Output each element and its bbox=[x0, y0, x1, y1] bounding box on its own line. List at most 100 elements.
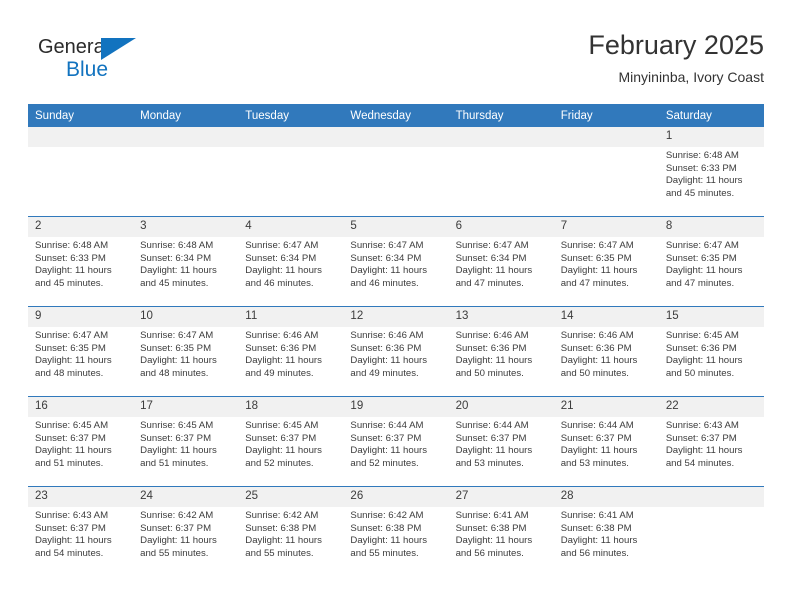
daylight-text: Daylight: 11 hours and 51 minutes. bbox=[140, 445, 217, 469]
daylight-text: Daylight: 11 hours and 45 minutes. bbox=[35, 265, 112, 289]
sunrise-text: Sunrise: 6:42 AM bbox=[140, 510, 214, 521]
sunrise-text: Sunrise: 6:41 AM bbox=[560, 510, 634, 521]
day-details: Sunrise: 6:44 AM Sunset: 6:37 PM Daylight:… bbox=[554, 417, 659, 470]
calendar-day-cell[interactable]: 26 Sunrise: 6:42 AM Sunset: 6:38 PM Dayligh… bbox=[343, 486, 449, 576]
sunrise-text: Sunrise: 6:48 AM bbox=[35, 240, 109, 251]
calendar-day-cell[interactable]: 23 Sunrise: 6:43 AM Sunset: 6:37 PM Dayligh… bbox=[28, 486, 134, 576]
calendar-week-row: 16 Sunrise: 6:45 AM Sunset: 6:37 PM Dayligh… bbox=[28, 396, 764, 487]
calendar-day-cell[interactable]: 21 Sunrise: 6:44 AM Sunset: 6:37 PM Dayligh… bbox=[553, 396, 659, 487]
sunset-text: Sunset: 6:36 PM bbox=[245, 342, 317, 354]
day-details: Sunrise: 6:45 AM Sunset: 6:37 PM Daylight:… bbox=[133, 417, 238, 470]
weekday-header-thursday: Thursday bbox=[448, 104, 554, 127]
day-details: Sunrise: 6:47 AM Sunset: 6:35 PM Daylight:… bbox=[28, 327, 133, 380]
calendar-day-cell[interactable]: 4 Sunrise: 6:47 AM Sunset: 6:34 PM Daylight… bbox=[238, 216, 344, 307]
day-number: 1 bbox=[658, 127, 764, 147]
sunrise-text: Sunrise: 6:41 AM bbox=[455, 510, 529, 521]
logo-text-blue: Blue bbox=[66, 58, 109, 81]
calendar-day-cell[interactable]: 14 Sunrise: 6:46 AM Sunset: 6:36 PM Dayligh… bbox=[553, 306, 659, 397]
day-number: 2 bbox=[28, 217, 134, 237]
daylight-text: Daylight: 11 hours and 55 minutes. bbox=[350, 535, 428, 559]
day-details: Sunrise: 6:41 AM Sunset: 6:38 PM Daylight:… bbox=[554, 507, 659, 560]
calendar-week-row: 1 Sunrise: 6:48 AM Sunset: 6:33 PM Daylight… bbox=[28, 127, 764, 217]
sunset-text: Sunset: 6:33 PM bbox=[35, 252, 106, 264]
daylight-text: Daylight: 11 hours and 46 minutes. bbox=[245, 265, 322, 289]
daylight-text: Daylight: 11 hours and 47 minutes. bbox=[665, 265, 743, 289]
day-number: 19 bbox=[343, 397, 449, 417]
calendar-day-cell[interactable]: 12 Sunrise: 6:46 AM Sunset: 6:36 PM Dayligh… bbox=[343, 306, 449, 397]
sunset-text: Sunset: 6:36 PM bbox=[560, 342, 632, 354]
calendar-day-cell[interactable]: 20 Sunrise: 6:44 AM Sunset: 6:37 PM Dayligh… bbox=[448, 396, 554, 487]
calendar-day-cell[interactable]: 18 Sunrise: 6:45 AM Sunset: 6:37 PM Dayligh… bbox=[238, 396, 344, 487]
calendar-day-cell[interactable]: 7 Sunrise: 6:47 AM Sunset: 6:35 PM Daylight… bbox=[553, 216, 659, 307]
sunset-text: Sunset: 6:37 PM bbox=[665, 432, 737, 444]
sunrise-text: Sunrise: 6:48 AM bbox=[665, 150, 739, 161]
sunset-text: Sunset: 6:35 PM bbox=[35, 342, 106, 354]
calendar-day-cell[interactable]: 2 Sunrise: 6:48 AM Sunset: 6:33 PM Daylight… bbox=[28, 216, 134, 307]
sunrise-text: Sunrise: 6:47 AM bbox=[245, 240, 319, 251]
day-number bbox=[553, 127, 659, 147]
day-details: Sunrise: 6:46 AM Sunset: 6:36 PM Daylight:… bbox=[343, 327, 448, 380]
sunset-text: Sunset: 6:35 PM bbox=[140, 342, 212, 354]
day-number bbox=[343, 127, 449, 147]
calendar-day-cell[interactable]: 22 Sunrise: 6:43 AM Sunset: 6:37 PM Dayligh… bbox=[658, 396, 764, 487]
calendar-day-cell[interactable]: 25 Sunrise: 6:42 AM Sunset: 6:38 PM Dayligh… bbox=[238, 486, 344, 576]
day-number: 20 bbox=[448, 397, 554, 417]
calendar-day-cell[interactable]: 27 Sunrise: 6:41 AM Sunset: 6:38 PM Dayligh… bbox=[448, 486, 554, 576]
day-number bbox=[28, 127, 134, 147]
sunset-text: Sunset: 6:37 PM bbox=[455, 432, 527, 444]
sunset-text: Sunset: 6:37 PM bbox=[35, 522, 106, 534]
calendar-cell-empty bbox=[28, 127, 134, 217]
sunset-text: Sunset: 6:34 PM bbox=[350, 252, 422, 264]
sunrise-text: Sunrise: 6:45 AM bbox=[140, 420, 214, 431]
daylight-text: Daylight: 11 hours and 56 minutes. bbox=[560, 535, 638, 559]
sunrise-text: Sunrise: 6:44 AM bbox=[560, 420, 634, 431]
calendar-day-cell[interactable]: 8 Sunrise: 6:47 AM Sunset: 6:35 PM Daylight… bbox=[658, 216, 764, 307]
daylight-text: Daylight: 11 hours and 49 minutes. bbox=[245, 355, 322, 379]
day-number: 15 bbox=[658, 307, 764, 327]
calendar-day-cell[interactable]: 19 Sunrise: 6:44 AM Sunset: 6:37 PM Dayligh… bbox=[343, 396, 449, 487]
sunset-text: Sunset: 6:38 PM bbox=[560, 522, 632, 534]
calendar-week-row: 9 Sunrise: 6:47 AM Sunset: 6:35 PM Daylight… bbox=[28, 306, 764, 397]
daylight-text: Daylight: 11 hours and 55 minutes. bbox=[140, 535, 217, 559]
daylight-text: Daylight: 11 hours and 51 minutes. bbox=[35, 445, 112, 469]
calendar-day-cell[interactable]: 16 Sunrise: 6:45 AM Sunset: 6:37 PM Dayligh… bbox=[28, 396, 134, 487]
day-number: 24 bbox=[133, 487, 239, 507]
sunrise-text: Sunrise: 6:42 AM bbox=[350, 510, 424, 521]
daylight-text: Daylight: 11 hours and 45 minutes. bbox=[140, 265, 217, 289]
day-details: Sunrise: 6:44 AM Sunset: 6:37 PM Daylight:… bbox=[343, 417, 448, 470]
calendar-day-cell[interactable]: 13 Sunrise: 6:46 AM Sunset: 6:36 PM Dayligh… bbox=[448, 306, 554, 397]
calendar-cell-empty bbox=[343, 127, 449, 217]
sunset-text: Sunset: 6:38 PM bbox=[455, 522, 527, 534]
calendar-day-cell[interactable]: 28 Sunrise: 6:41 AM Sunset: 6:38 PM Dayligh… bbox=[553, 486, 659, 576]
title-block: February 2025 Minyininba, Ivory Coast bbox=[588, 28, 764, 88]
calendar-day-cell[interactable]: 9 Sunrise: 6:47 AM Sunset: 6:35 PM Daylight… bbox=[28, 306, 134, 397]
day-details: Sunrise: 6:47 AM Sunset: 6:34 PM Daylight:… bbox=[343, 237, 448, 290]
calendar-day-cell[interactable]: 11 Sunrise: 6:46 AM Sunset: 6:36 PM Dayligh… bbox=[238, 306, 344, 397]
day-number: 13 bbox=[448, 307, 554, 327]
calendar-day-cell[interactable]: 6 Sunrise: 6:47 AM Sunset: 6:34 PM Daylight… bbox=[448, 216, 554, 307]
calendar-day-cell[interactable]: 15 Sunrise: 6:45 AM Sunset: 6:36 PM Dayligh… bbox=[658, 306, 764, 397]
day-details: Sunrise: 6:43 AM Sunset: 6:37 PM Daylight:… bbox=[28, 507, 133, 560]
logo-text-general: General bbox=[38, 36, 110, 58]
daylight-text: Daylight: 11 hours and 52 minutes. bbox=[245, 445, 322, 469]
daylight-text: Daylight: 11 hours and 54 minutes. bbox=[665, 445, 743, 469]
calendar-day-cell[interactable]: 24 Sunrise: 6:42 AM Sunset: 6:37 PM Dayligh… bbox=[133, 486, 239, 576]
sunset-text: Sunset: 6:34 PM bbox=[245, 252, 317, 264]
sunset-text: Sunset: 6:37 PM bbox=[350, 432, 422, 444]
calendar-day-cell[interactable]: 1 Sunrise: 6:48 AM Sunset: 6:33 PM Daylight… bbox=[658, 127, 764, 217]
calendar-day-cell[interactable]: 3 Sunrise: 6:48 AM Sunset: 6:34 PM Daylight… bbox=[133, 216, 239, 307]
sunrise-text: Sunrise: 6:44 AM bbox=[455, 420, 529, 431]
calendar-day-cell[interactable]: 5 Sunrise: 6:47 AM Sunset: 6:34 PM Daylight… bbox=[343, 216, 449, 307]
daylight-text: Daylight: 11 hours and 56 minutes. bbox=[455, 535, 533, 559]
sunrise-text: Sunrise: 6:46 AM bbox=[455, 330, 529, 341]
day-details: Sunrise: 6:42 AM Sunset: 6:38 PM Daylight:… bbox=[343, 507, 448, 560]
day-details: Sunrise: 6:47 AM Sunset: 6:35 PM Daylight:… bbox=[554, 237, 659, 290]
calendar-day-cell[interactable]: 10 Sunrise: 6:47 AM Sunset: 6:35 PM Dayligh… bbox=[133, 306, 239, 397]
day-number: 21 bbox=[553, 397, 659, 417]
day-number: 3 bbox=[133, 217, 239, 237]
sunrise-text: Sunrise: 6:47 AM bbox=[455, 240, 529, 251]
sunrise-text: Sunrise: 6:42 AM bbox=[245, 510, 319, 521]
general-blue-logo[interactable]: General Blue bbox=[38, 36, 158, 88]
calendar-day-cell[interactable]: 17 Sunrise: 6:45 AM Sunset: 6:37 PM Dayligh… bbox=[133, 396, 239, 487]
day-number: 6 bbox=[448, 217, 554, 237]
